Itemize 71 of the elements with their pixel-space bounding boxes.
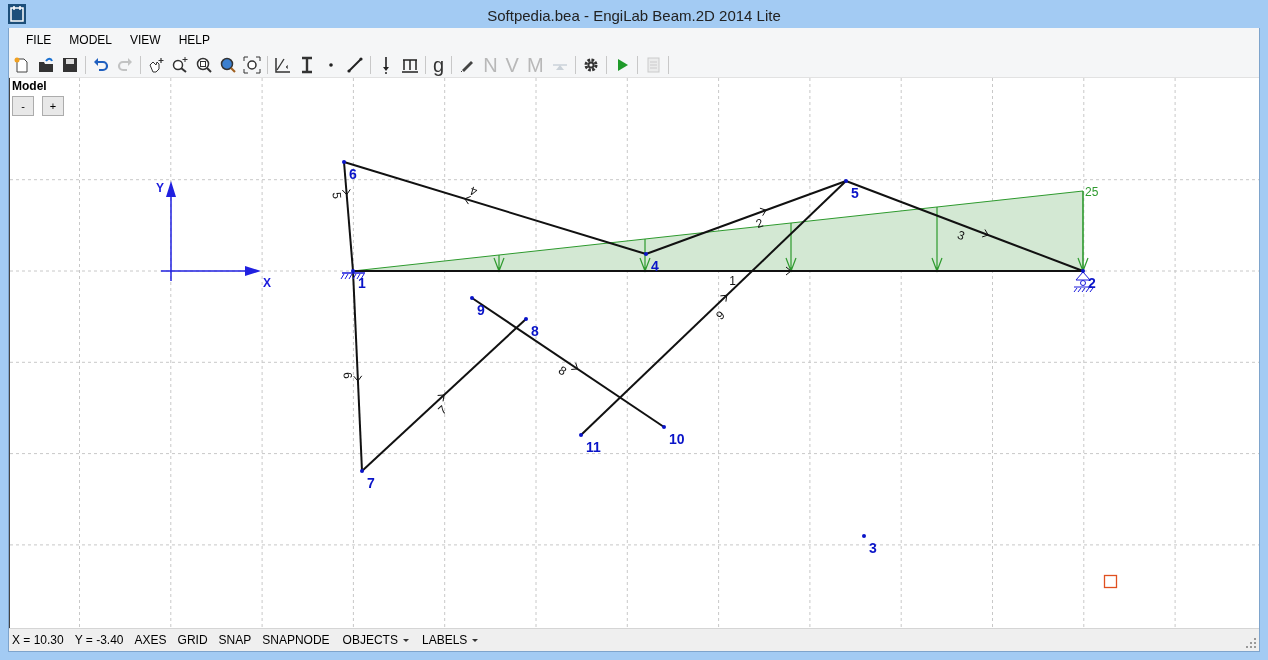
window-title: Softpedia.bea - EngiLab Beam.2D 2014 Lite — [487, 7, 781, 24]
caret-icon[interactable] — [472, 638, 479, 642]
line-icon[interactable] — [346, 55, 364, 74]
save-icon[interactable] — [61, 55, 79, 74]
menu-item[interactable]: MODEL — [60, 30, 122, 50]
beam-member[interactable] — [343, 161, 647, 255]
node-point[interactable] — [524, 317, 528, 321]
load-value: 25 — [1085, 185, 1099, 199]
member-label: 5 — [329, 191, 344, 200]
resize-grip-icon[interactable] — [1246, 638, 1256, 648]
open-folder-icon[interactable] — [37, 55, 55, 74]
beam-member[interactable] — [845, 180, 1084, 272]
zoom-window-icon[interactable] — [195, 55, 213, 74]
member-label: 2 — [753, 215, 765, 231]
panel-title: Model — [12, 79, 48, 93]
node-point[interactable] — [662, 425, 666, 429]
new-file-icon[interactable] — [13, 55, 31, 74]
menu-item[interactable]: VIEW — [121, 30, 170, 50]
node-point[interactable] — [360, 469, 364, 473]
coordinate-readout: X = 10.30 — [12, 633, 64, 647]
zoom-extents-icon[interactable] — [243, 55, 261, 74]
node-point[interactable] — [579, 433, 583, 437]
node-label: 8 — [531, 323, 539, 339]
node-label: 11 — [586, 439, 601, 455]
node-label: 5 — [851, 185, 859, 201]
coordinate-readout: Y = -3.40 — [74, 633, 124, 647]
member-label: 6 — [340, 371, 355, 380]
member-label: 7 — [435, 402, 450, 418]
status-toggle[interactable]: SNAPNODE — [262, 633, 330, 647]
stress-strain-icon[interactable] — [274, 55, 292, 74]
status-dropdown[interactable]: LABELS — [421, 633, 468, 647]
axis-label: X — [263, 276, 271, 290]
status-dropdown[interactable]: OBJECTS — [342, 633, 398, 647]
beam-member[interactable] — [645, 180, 847, 255]
node-label: 4 — [651, 258, 659, 274]
node-point[interactable] — [470, 296, 474, 300]
member-label: 1 — [729, 274, 736, 288]
member-label: 3 — [955, 227, 967, 244]
caret-icon[interactable] — [402, 638, 409, 642]
menu-item[interactable]: FILE — [17, 30, 61, 50]
zoom-icon[interactable] — [219, 55, 237, 74]
status-toggle[interactable]: GRID — [177, 633, 208, 647]
node-point[interactable] — [1081, 269, 1085, 273]
node-label: 1 — [358, 275, 366, 291]
menu-item[interactable]: HELP — [169, 30, 220, 50]
node-point[interactable] — [342, 160, 346, 164]
member-label: 4 — [468, 183, 479, 199]
beam-member[interactable] — [471, 297, 665, 428]
status-toggle[interactable]: AXES — [134, 633, 167, 647]
beam-member[interactable] — [361, 318, 527, 472]
axis-label: Y — [156, 181, 164, 195]
zoom-button[interactable]: + — [42, 96, 64, 116]
status-toggle[interactable]: SNAP — [218, 633, 252, 647]
app-icon — [8, 4, 26, 24]
node-point[interactable] — [644, 252, 648, 256]
member-label: 9 — [713, 307, 728, 323]
node-label: 3 — [869, 540, 877, 556]
node-point[interactable] — [862, 534, 866, 538]
node-point[interactable] — [351, 269, 355, 273]
zoom-button[interactable]: - — [12, 96, 34, 116]
zoom-in-icon[interactable] — [171, 55, 189, 74]
node-label: 2 — [1088, 275, 1096, 291]
marker-square — [1103, 574, 1118, 589]
node-point[interactable] — [844, 179, 848, 183]
member-label: 8 — [555, 363, 570, 379]
toolbar-button[interactable]: g — [432, 54, 446, 75]
node-label: 6 — [349, 166, 357, 182]
node-label: 7 — [367, 475, 375, 491]
node-label: 10 — [669, 431, 685, 447]
node-label: 9 — [477, 302, 485, 318]
beam-member[interactable] — [580, 180, 847, 436]
